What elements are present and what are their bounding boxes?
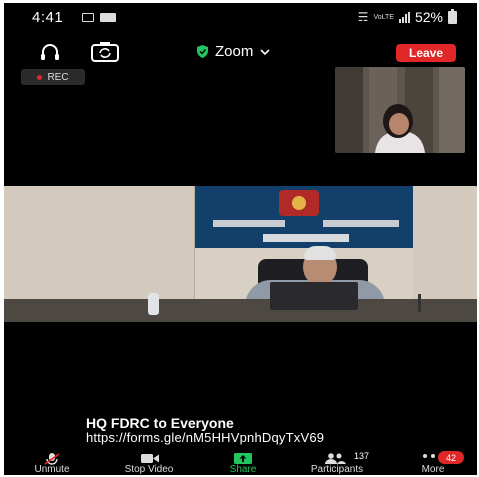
share-button[interactable]: Share xyxy=(218,453,268,475)
rec-label: REC xyxy=(47,71,69,83)
meeting-title[interactable]: Zoom xyxy=(197,43,270,60)
participant-thumbnail-video[interactable] xyxy=(335,67,465,153)
share-label: Share xyxy=(229,464,257,475)
unmute-label: Unmute xyxy=(34,464,70,475)
volte-indicator: VoLTE xyxy=(373,13,394,21)
chevron-down-icon xyxy=(260,48,270,55)
battery-icon xyxy=(448,8,457,24)
battery-percent: 52% xyxy=(414,9,443,25)
stop-video-button[interactable]: Stop Video xyxy=(110,453,188,475)
wall-board xyxy=(195,186,413,248)
leave-button[interactable]: Leave xyxy=(396,44,456,62)
desk-microphone xyxy=(418,294,421,312)
main-video-feed[interactable] xyxy=(4,186,477,322)
water-bottle xyxy=(148,293,159,315)
wifi-icon: ☴ xyxy=(357,10,369,24)
more-label: More xyxy=(421,464,445,475)
meeting-title-text: Zoom xyxy=(215,43,254,60)
unmute-button[interactable]: Unmute xyxy=(24,453,80,475)
participants-icon xyxy=(325,453,346,464)
speaker-icon[interactable] xyxy=(38,41,62,65)
emblem-logo xyxy=(279,190,319,216)
zoom-meeting-screen: 4:41 ☴ VoLTE 52% Zoom Leave REC HQ FDRC … xyxy=(4,3,477,475)
participants-button[interactable]: 137 Participants xyxy=(298,451,376,475)
share-screen-icon xyxy=(234,453,252,464)
record-dot-icon xyxy=(37,74,43,80)
chat-message-link[interactable]: https://forms.gle/nM5HHVpnhDqyTxV69 xyxy=(86,430,324,445)
status-time: 4:41 xyxy=(32,9,64,26)
status-bar: 4:41 ☴ VoLTE 52% xyxy=(4,3,477,31)
recording-indicator: REC xyxy=(21,69,85,85)
video-camera-icon xyxy=(141,454,159,463)
video-notification-icon xyxy=(100,13,116,22)
gallery-notification-icon xyxy=(82,13,94,22)
signal-icon xyxy=(398,11,410,23)
participants-label: Participants xyxy=(310,464,364,475)
switch-camera-icon[interactable] xyxy=(90,41,120,63)
shield-icon xyxy=(197,45,208,58)
laptop xyxy=(270,282,358,310)
more-notification-badge: 42 xyxy=(438,451,464,464)
status-right: ☴ VoLTE 52% xyxy=(357,8,457,25)
stop-video-label: Stop Video xyxy=(124,464,174,475)
chat-sender: HQ FDRC to Everyone xyxy=(86,415,234,431)
participant-figure xyxy=(375,104,425,153)
participants-count: 137 xyxy=(354,451,370,461)
